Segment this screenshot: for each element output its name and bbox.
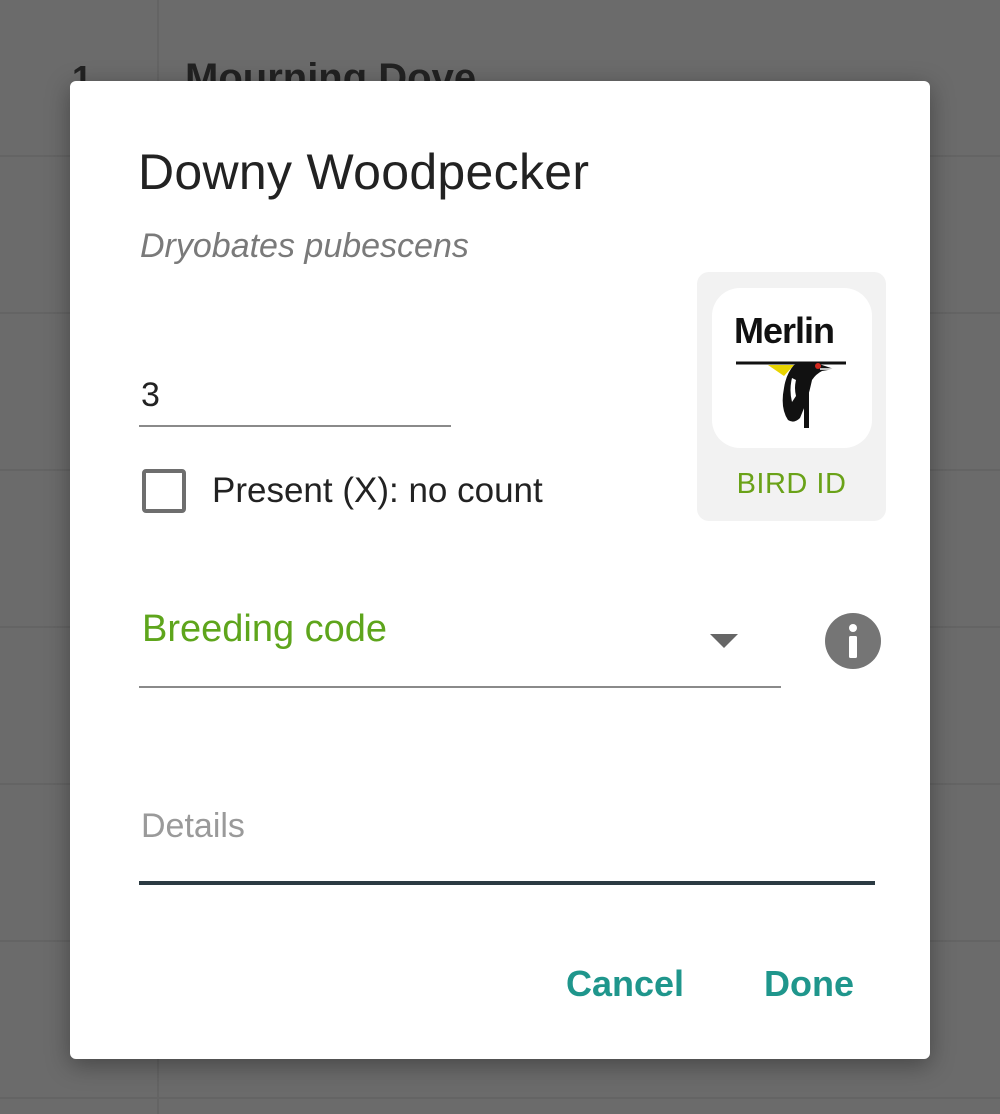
dialog-title: Downy Woodpecker bbox=[138, 144, 590, 200]
breeding-code-label: Breeding code bbox=[142, 608, 388, 650]
bird-id-label: BIRD ID bbox=[736, 468, 847, 500]
merlin-logo-text: Merlin bbox=[734, 310, 835, 351]
done-button[interactable]: Done bbox=[756, 953, 862, 1015]
checkbox-unchecked-icon[interactable] bbox=[142, 469, 186, 513]
scientific-name: Dryobates pubescens bbox=[140, 227, 469, 265]
present-label: Present (X): no count bbox=[212, 471, 543, 510]
merlin-app-icon: Merlin bbox=[712, 288, 872, 448]
species-dialog: Downy Woodpecker Dryobates pubescens Pre… bbox=[70, 81, 930, 1059]
merlin-bird-id-button[interactable]: Merlin BIRD ID bbox=[697, 272, 886, 521]
screen: 1 Mourning Dove Downy Woodpecker Dryobat… bbox=[0, 0, 1000, 1114]
dropdown-arrow-icon bbox=[710, 634, 738, 648]
info-icon[interactable] bbox=[825, 613, 881, 669]
count-input[interactable] bbox=[139, 365, 451, 427]
cancel-button[interactable]: Cancel bbox=[558, 953, 692, 1015]
details-input[interactable] bbox=[139, 771, 875, 885]
merlin-bird-icon bbox=[736, 361, 846, 428]
breeding-code-dropdown[interactable]: Breeding code bbox=[139, 586, 781, 688]
present-no-count-option[interactable]: Present (X): no count bbox=[142, 469, 543, 513]
